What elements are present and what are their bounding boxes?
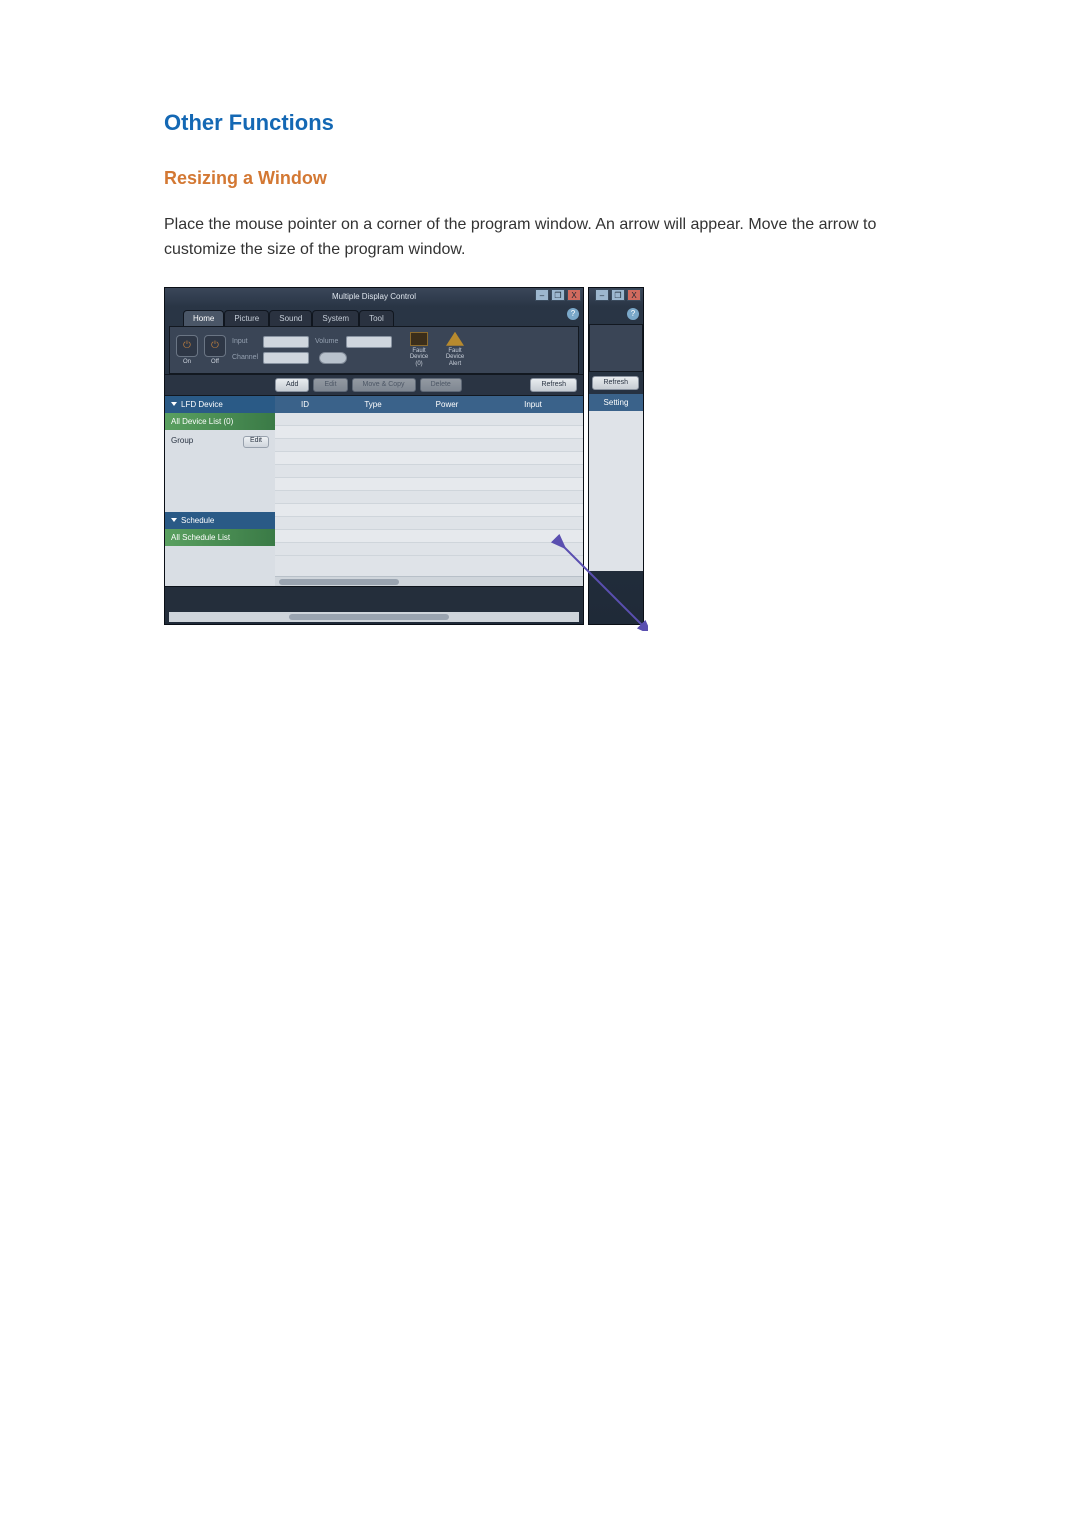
table-row	[275, 491, 583, 504]
group-edit-button[interactable]: Edit	[243, 436, 269, 448]
fault-alert-sub: Alert	[442, 361, 468, 368]
fault-alert-icon[interactable]	[446, 332, 464, 346]
table-row	[275, 452, 583, 465]
table-row	[275, 426, 583, 439]
sidebar-schedule-label: Schedule	[181, 516, 214, 525]
more-button[interactable]	[319, 352, 347, 364]
volume-slider[interactable]	[346, 336, 392, 348]
channel-label: Channel	[232, 354, 260, 361]
maximize-button[interactable]: ❐	[611, 289, 625, 301]
sidebar-all-device[interactable]: All Device List (0)	[165, 413, 275, 430]
ribbon: ⏻ On ⏻ Off Input Channel	[169, 326, 579, 374]
help-icon[interactable]: ?	[627, 308, 639, 320]
fault-alert-label: Fault Device	[442, 348, 468, 361]
app-window-primary: Multiple Display Control – ❐ X ? Home Pi…	[164, 287, 584, 625]
table-row	[275, 465, 583, 478]
tab-sound[interactable]: Sound	[269, 310, 312, 326]
power-off-label: Off	[211, 359, 219, 365]
channel-select[interactable]	[263, 352, 309, 364]
device-grid: ID Type Power Input	[275, 396, 583, 586]
sidebar-lfd-label: LFD Device	[181, 400, 223, 409]
sidebar-schedule-header[interactable]: Schedule	[165, 512, 275, 529]
table-row	[275, 478, 583, 491]
col-power[interactable]: Power	[411, 396, 483, 413]
table-row	[275, 413, 583, 426]
delete-button[interactable]: Delete	[420, 378, 462, 392]
table-row	[275, 517, 583, 530]
edit-button[interactable]: Edit	[313, 378, 347, 392]
col-input[interactable]: Input	[483, 396, 583, 413]
sidebar-group-panel: Group Edit	[165, 430, 275, 512]
tab-strip: Home Picture Sound System Tool	[183, 310, 583, 326]
col-setting[interactable]: Setting	[589, 394, 643, 411]
title-bar[interactable]: Multiple Display Control – ❐ X	[165, 288, 583, 306]
power-on-label: On	[183, 359, 191, 365]
minimize-button[interactable]: –	[535, 289, 549, 301]
device-grid	[589, 411, 643, 571]
refresh-button[interactable]: Refresh	[592, 376, 639, 390]
sidebar-all-schedule[interactable]: All Schedule List	[165, 529, 275, 546]
app-window-secondary: – ❐ X ? Refresh Setting	[588, 287, 644, 625]
sidebar-lfd-header[interactable]: LFD Device	[165, 396, 275, 413]
close-button[interactable]: X	[567, 289, 581, 301]
move-copy-button[interactable]: Move & Copy	[352, 378, 416, 392]
sidebar: LFD Device All Device List (0) Group Edi…	[165, 396, 275, 586]
col-type[interactable]: Type	[335, 396, 411, 413]
volume-label: Volume	[315, 338, 343, 345]
fault-device-label: Fault Device	[406, 348, 432, 361]
table-row	[275, 543, 583, 556]
col-id[interactable]: ID	[275, 396, 335, 413]
maximize-button[interactable]: ❐	[551, 289, 565, 301]
refresh-button[interactable]: Refresh	[530, 378, 577, 392]
tab-home[interactable]: Home	[183, 310, 224, 326]
tab-system[interactable]: System	[312, 310, 359, 326]
tab-picture[interactable]: Picture	[224, 310, 269, 326]
grid-header: ID Type Power Input	[275, 396, 583, 413]
input-select[interactable]	[263, 336, 309, 348]
title-bar[interactable]: – ❐ X	[589, 288, 643, 306]
close-button[interactable]: X	[627, 289, 641, 301]
section-heading: Other Functions	[164, 110, 1000, 136]
subsection-heading: Resizing a Window	[164, 168, 1000, 189]
status-bar	[165, 586, 583, 622]
fault-panel: Fault Device (0) Fault Device Alert	[406, 332, 468, 368]
table-row	[275, 530, 583, 543]
fault-device-count: (0)	[406, 361, 432, 368]
group-label: Group	[171, 436, 193, 445]
chevron-down-icon	[171, 518, 177, 522]
minimize-button[interactable]: –	[595, 289, 609, 301]
screenshot-figure: Multiple Display Control – ❐ X ? Home Pi…	[164, 287, 644, 625]
power-on-icon[interactable]: ⏻	[176, 335, 198, 357]
add-button[interactable]: Add	[275, 378, 309, 392]
input-label: Input	[232, 338, 260, 345]
power-off-icon[interactable]: ⏻	[204, 335, 226, 357]
status-scrollbar[interactable]	[169, 612, 579, 622]
table-row	[275, 504, 583, 517]
table-row	[275, 439, 583, 452]
horizontal-scrollbar[interactable]	[275, 576, 583, 586]
chevron-down-icon	[171, 402, 177, 406]
fault-device-icon[interactable]	[410, 332, 428, 346]
action-toolbar: Add Edit Move & Copy Delete Refresh	[165, 374, 583, 396]
window-title: Multiple Display Control	[332, 292, 416, 301]
body-paragraph: Place the mouse pointer on a corner of t…	[164, 213, 944, 263]
tab-tool[interactable]: Tool	[359, 310, 394, 326]
